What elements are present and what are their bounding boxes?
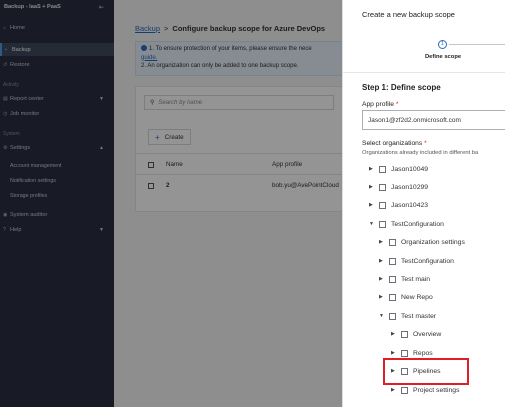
expand-arrow-icon[interactable]: ▶ [369, 184, 379, 190]
tree-checkbox[interactable] [379, 183, 386, 191]
step-label: Define scope [425, 54, 462, 60]
tree-item-overview[interactable]: ▶ Overview [391, 328, 441, 340]
tree-item-organization-settings[interactable]: ▶ Organization settings [379, 236, 465, 248]
tree-checkbox[interactable] [401, 349, 408, 357]
tree-checkbox[interactable] [379, 165, 386, 173]
tree-item-label: Overview [413, 330, 442, 338]
expand-arrow-icon[interactable]: ▶ [391, 350, 401, 356]
tree-item-test-master[interactable]: ▼ Test master [379, 310, 436, 322]
tree-checkbox[interactable] [389, 238, 396, 246]
tree-item-project-settings[interactable]: ▶ Project settings [391, 384, 459, 396]
tree-item-label: TestConfiguration [391, 220, 444, 228]
app-profile-field[interactable]: Jason1@zf2d2.onmicrosoft.com [362, 110, 505, 130]
expand-arrow-icon[interactable]: ▶ [369, 166, 379, 172]
highlight-box [383, 358, 469, 385]
tree-item-jason10423[interactable]: ▶ Jason10423 [369, 199, 428, 211]
select-organizations-label-text: Select organizations [362, 140, 423, 147]
modal-overlay[interactable] [0, 0, 342, 407]
tree-item-label: Organization settings [401, 238, 465, 246]
organizations-note: Organizations already included in differ… [362, 150, 479, 156]
expand-arrow-icon[interactable]: ▶ [379, 294, 389, 300]
expand-arrow-icon[interactable]: ▶ [379, 239, 389, 245]
app-profile-label: App profile * [362, 101, 398, 108]
tree-checkbox[interactable] [401, 386, 408, 394]
app-profile-label-text: App profile [362, 101, 394, 108]
expand-arrow-icon[interactable]: ▶ [391, 387, 401, 393]
step-heading: Step 1: Define scope [362, 83, 441, 92]
tree-item-label: Jason10049 [391, 165, 429, 173]
collapse-arrow-icon[interactable]: ▼ [369, 221, 379, 227]
create-scope-panel: Create a new backup scope 1 Define scope… [342, 0, 505, 407]
panel-title: Create a new backup scope [362, 10, 455, 19]
tree-item-label: Jason10423 [391, 201, 429, 209]
tree-item-label: Jason10299 [391, 183, 429, 191]
tree-item-testconfiguration-project[interactable]: ▶ TestConfiguration [379, 255, 454, 267]
tree-item-test-main[interactable]: ▶ Test main [379, 273, 430, 285]
tree-checkbox[interactable] [389, 293, 396, 301]
required-mark: * [395, 101, 399, 108]
tree-checkbox[interactable] [389, 312, 396, 320]
tree-checkbox[interactable] [379, 220, 386, 228]
tree-item-jason10049[interactable]: ▶ Jason10049 [369, 163, 428, 175]
tree-item-label: New Repo [401, 293, 433, 301]
select-organizations-label: Select organizations * [362, 140, 427, 147]
tree-checkbox[interactable] [401, 330, 408, 338]
tree-checkbox[interactable] [389, 257, 396, 265]
tree-checkbox[interactable] [379, 201, 386, 209]
collapse-arrow-icon[interactable]: ▼ [379, 313, 389, 319]
expand-arrow-icon[interactable]: ▶ [391, 331, 401, 337]
expand-arrow-icon[interactable]: ▶ [379, 276, 389, 282]
tree-item-jason10299[interactable]: ▶ Jason10299 [369, 181, 428, 193]
divider [343, 72, 505, 73]
tree-item-label: Test main [401, 275, 431, 283]
step-connector [449, 44, 505, 45]
expand-arrow-icon[interactable]: ▶ [379, 258, 389, 264]
step-indicator: 1 [438, 40, 447, 49]
app-profile-value: Jason1@zf2d2.onmicrosoft.com [368, 116, 461, 124]
tree-item-label: Test master [401, 312, 437, 320]
expand-arrow-icon[interactable]: ▶ [369, 202, 379, 208]
tree-item-label: Repos [413, 349, 433, 357]
tree-item-testconfiguration[interactable]: ▼ TestConfiguration [369, 218, 444, 230]
tree-item-new-repo[interactable]: ▶ New Repo [379, 291, 433, 303]
tree-item-label: TestConfiguration [401, 257, 454, 265]
tree-item-label: Project settings [413, 386, 460, 394]
required-mark: * [424, 140, 427, 147]
tree-checkbox[interactable] [389, 275, 396, 283]
